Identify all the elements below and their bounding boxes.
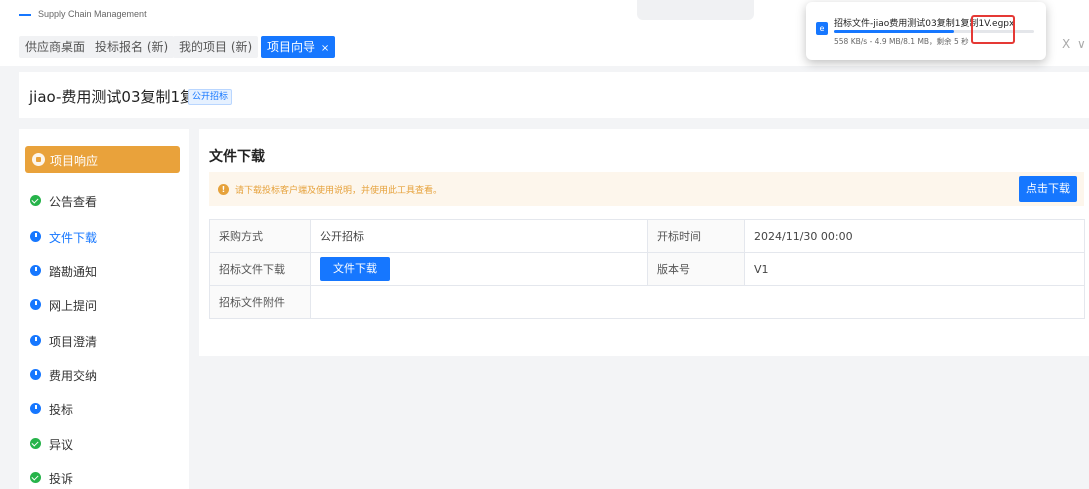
download-progress-fill xyxy=(834,30,954,33)
alert-banner: ! 请下载投标客户端及使用说明，并使用此工具查看。 点击下载 xyxy=(209,172,1084,206)
clock-icon xyxy=(30,403,41,414)
project-header: jiao-费用测试03复制1复制1 公开招标 xyxy=(19,72,1089,118)
tab-label: 投标报名 (新) xyxy=(95,40,169,54)
check-icon xyxy=(30,195,41,206)
chevron-down-icon[interactable]: ∨ xyxy=(1077,37,1086,51)
clock-icon xyxy=(30,265,41,276)
version-value: V1 xyxy=(744,252,1085,286)
sidebar-item-label: 异议 xyxy=(49,438,74,452)
tender-file-download-cell: 文件下载 xyxy=(310,252,648,286)
check-icon xyxy=(30,472,41,483)
tab-bid-registration[interactable]: 投标报名 (新) xyxy=(89,36,175,58)
sidebar-item-label: 项目响应 xyxy=(50,154,99,168)
tab-project-wizard[interactable]: 项目向导 × xyxy=(261,36,336,58)
procurement-method-label: 采购方式 xyxy=(209,219,311,253)
download-status: 558 KB/s - 4.9 MB/8.1 MB，剩余 5 秒 xyxy=(834,37,969,46)
tender-file-download-label: 招标文件下载 xyxy=(209,252,311,286)
tab-label: 供应商桌面 xyxy=(25,40,86,54)
document-icon xyxy=(32,153,45,166)
clock-icon xyxy=(30,231,41,242)
sidebar-item-label: 公告查看 xyxy=(49,195,98,209)
app-subtitle: Supply Chain Management xyxy=(38,9,147,19)
table-row: 招标文件下载 文件下载 版本号 V1 xyxy=(209,252,1085,286)
tender-type-badge: 公开招标 xyxy=(188,89,233,105)
tender-attachment-value xyxy=(310,285,1085,319)
sidebar-item-label: 投诉 xyxy=(49,472,74,486)
alert-message: 请下载投标客户端及使用说明，并使用此工具查看。 xyxy=(235,186,443,196)
top-search-box[interactable] xyxy=(637,0,754,20)
file-download-button[interactable]: 文件下载 xyxy=(320,257,390,281)
table-row: 招标文件附件 xyxy=(209,285,1085,319)
section-title: 文件下载 xyxy=(209,149,265,165)
close-all-tabs-icon[interactable]: X xyxy=(1062,37,1070,51)
clock-icon xyxy=(30,369,41,380)
check-icon xyxy=(30,438,41,449)
sidebar: 项目响应 公告查看 文件下载 踏勘通知 网上提问 项目澄清 费用交纳 投标 异议… xyxy=(19,129,189,489)
sidebar-item-label: 投标 xyxy=(49,403,74,417)
opening-time-label: 开标时间 xyxy=(647,219,745,253)
tender-attachment-label: 招标文件附件 xyxy=(209,285,311,319)
sidebar-item-label: 费用交纳 xyxy=(49,369,98,383)
procurement-method-value: 公开招标 xyxy=(310,219,648,253)
sidebar-item-label: 文件下载 xyxy=(49,231,98,245)
download-filename-base: 招标文件-jiao费用测试03复制1复制1V xyxy=(834,19,990,29)
warning-icon: ! xyxy=(218,184,229,195)
main-panel: 文件下载 ! 请下载投标客户端及使用说明，并使用此工具查看。 点击下载 采购方式… xyxy=(199,129,1089,356)
close-icon[interactable]: × xyxy=(321,43,329,54)
sidebar-item-project-response[interactable]: 项目响应 xyxy=(25,146,180,173)
tab-label: 项目向导 xyxy=(267,40,316,54)
file-info-table: 采购方式 公开招标 开标时间 2024/11/30 00:00 招标文件下载 文… xyxy=(209,219,1085,319)
download-client-button[interactable]: 点击下载 xyxy=(1019,176,1077,202)
extension-highlight-box xyxy=(971,15,1015,44)
menu-icon[interactable] xyxy=(19,14,31,16)
sidebar-item-label: 网上提问 xyxy=(49,299,98,313)
tab-my-projects[interactable]: 我的项目 (新) xyxy=(173,36,259,58)
version-label: 版本号 xyxy=(647,252,745,286)
tab-label: 我的项目 (新) xyxy=(179,40,253,54)
tab-supplier-desktop[interactable]: 供应商桌面 xyxy=(19,36,92,58)
sidebar-item-label: 踏勘通知 xyxy=(49,265,98,279)
file-icon: e xyxy=(816,22,828,35)
opening-time-value: 2024/11/30 00:00 xyxy=(744,219,1085,253)
clock-icon xyxy=(30,335,41,346)
table-row: 采购方式 公开招标 开标时间 2024/11/30 00:00 xyxy=(209,219,1085,253)
sidebar-item-label: 项目澄清 xyxy=(49,335,98,349)
clock-icon xyxy=(30,299,41,310)
